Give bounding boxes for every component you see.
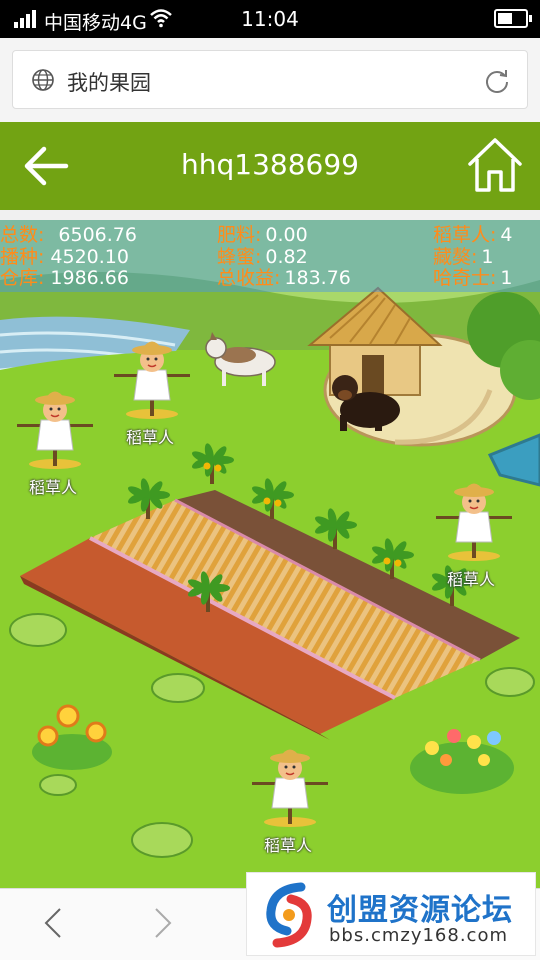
brand-logo-icon <box>266 882 312 948</box>
stat-mastiff: 藏獒: 1 <box>433 246 494 268</box>
browser-bar: 我的果园 <box>0 38 540 122</box>
username-title: hhq1388699 <box>181 148 359 181</box>
scarecrow-label: 稻草人 <box>447 570 496 589</box>
clock: 11:04 <box>241 7 299 31</box>
header-gap <box>0 210 540 220</box>
app-header: hhq1388699 <box>0 122 540 210</box>
watermark-brand: 创盟资源论坛 <box>327 893 513 928</box>
battery-icon <box>494 9 532 28</box>
scarecrow-label: 稻草人 <box>126 428 175 447</box>
stat-scarecrow: 稻草人: 4 <box>433 224 513 246</box>
stat-total: 总数: 6506.76 <box>0 224 137 246</box>
stat-income: 总收益: 183.76 <box>217 267 351 289</box>
reload-icon[interactable] <box>483 67 511 95</box>
orchard-game-area[interactable]: 总数: 6506.76 播种: 4520.10 仓库: 1986.66 肥料: 0.00… <box>0 220 540 888</box>
globe-icon <box>32 69 54 91</box>
page-title: 我的果园 <box>67 71 151 95</box>
watermark-badge: 创盟资源论坛 bbs.cmzy168.com <box>246 872 536 956</box>
address-bar[interactable]: 我的果园 <box>12 50 528 109</box>
stats-panel: 总数: 6506.76 播种: 4520.10 仓库: 1986.66 肥料: 0.00… <box>0 220 540 292</box>
home-icon[interactable] <box>466 136 524 194</box>
scarecrow-label: 稻草人 <box>264 836 313 855</box>
stat-husky: 哈奇士: 1 <box>433 267 513 289</box>
stat-seed: 播种: 4520.10 <box>0 246 129 268</box>
stat-honey: 蜂蜜: 0.82 <box>217 246 308 268</box>
orchard-scene <box>0 220 540 888</box>
status-bar: 中国移动4G 11:04 <box>0 0 540 38</box>
stat-fertilizer: 肥料: 0.00 <box>217 224 308 246</box>
scarecrow-label: 稻草人 <box>29 478 78 497</box>
chevron-right-icon[interactable] <box>144 903 180 943</box>
stat-storage: 仓库: 1986.66 <box>0 267 129 289</box>
chevron-left-icon[interactable] <box>36 903 72 943</box>
watermark-url: bbs.cmzy168.com <box>329 925 509 946</box>
